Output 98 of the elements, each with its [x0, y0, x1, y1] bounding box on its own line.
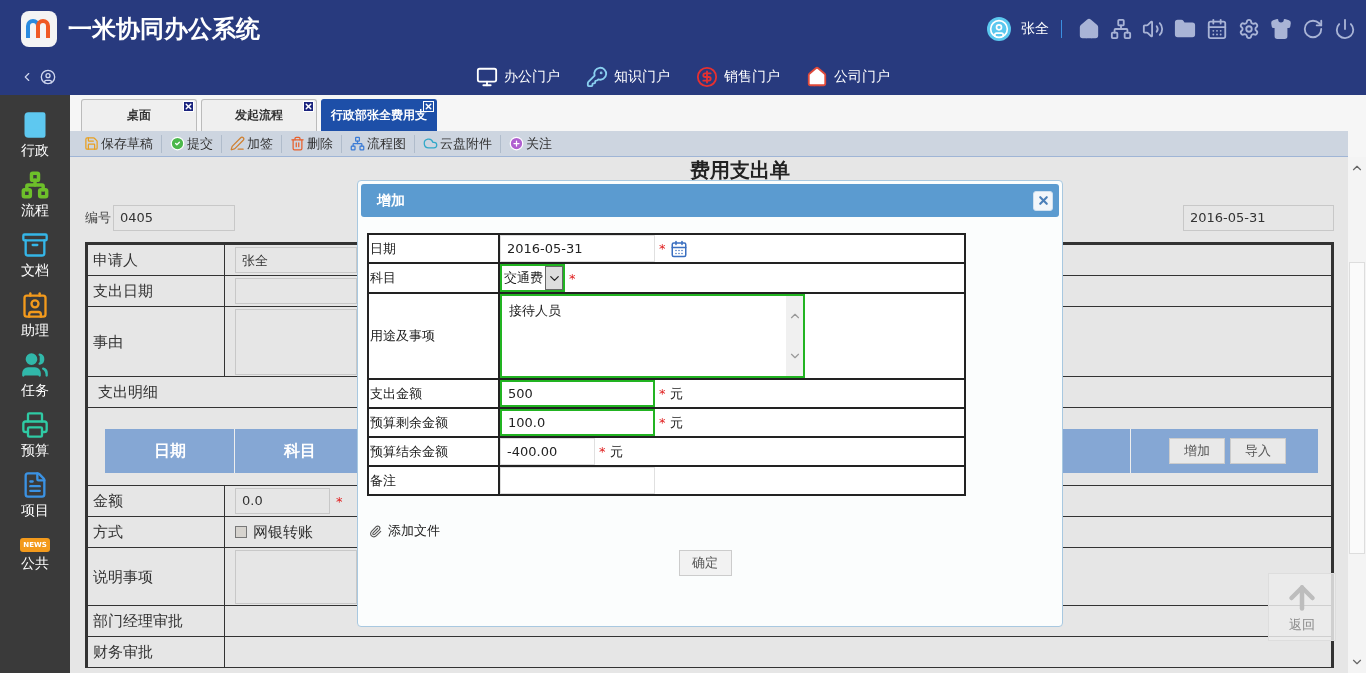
form-label: 说明事项 — [88, 548, 225, 606]
sidebar-item[interactable]: 助理 — [0, 285, 70, 345]
form-label: 事由 — [88, 307, 225, 377]
save-icon — [84, 136, 99, 151]
unit-label: 元 — [609, 442, 623, 461]
paperclip-icon — [369, 524, 382, 538]
hierarchy-icon[interactable] — [1110, 18, 1132, 40]
required-mark: * — [659, 241, 666, 256]
cloud-icon — [423, 136, 438, 151]
input-field[interactable]: 100.0 — [500, 409, 655, 436]
checkbox[interactable] — [235, 526, 247, 538]
calendar-icon[interactable] — [1206, 18, 1228, 40]
form-label: 金额 — [88, 486, 225, 516]
form-label: 方式 — [88, 517, 225, 547]
drawer-icon — [21, 230, 49, 259]
ok-button[interactable]: 确定 — [678, 550, 732, 576]
detail-button[interactable]: 增加 — [1169, 438, 1225, 464]
dialog-title: 增加 — [377, 191, 405, 210]
portal-link[interactable]: 知识门户 — [586, 65, 670, 88]
form-label: 部门经理审批 — [88, 606, 225, 636]
user-name[interactable]: 张全 — [1021, 20, 1062, 38]
form-label: 财务审批 — [88, 637, 225, 667]
column-header: 日期 — [105, 429, 235, 473]
hierarchy-icon — [350, 136, 365, 151]
logo-icon — [20, 10, 58, 48]
contact-card-icon — [21, 290, 49, 319]
date-field[interactable]: 2016-05-31 — [1183, 205, 1334, 231]
sidebar-item[interactable]: 预算 — [0, 405, 70, 465]
form-label: 申请人 — [88, 245, 225, 275]
form-label: 支出日期 — [88, 276, 225, 306]
check-icon — [170, 136, 185, 151]
hierarchy-icon — [21, 170, 49, 199]
close-icon — [1036, 194, 1050, 207]
close-button[interactable] — [1033, 190, 1053, 211]
tab[interactable]: 桌面 — [81, 99, 197, 131]
form-label: 用途及事项 — [369, 294, 500, 378]
dollar-icon — [696, 65, 718, 88]
select-field[interactable]: 交通费 — [500, 264, 565, 292]
toolbar-button[interactable]: 关注 — [507, 134, 560, 153]
key-icon — [586, 65, 608, 88]
required-mark: * — [599, 444, 606, 459]
toolbar-button[interactable]: 删除 — [288, 134, 342, 153]
detail-button[interactable]: 导入 — [1230, 438, 1286, 464]
speaker-icon[interactable] — [1142, 18, 1164, 40]
power-icon[interactable] — [1334, 18, 1356, 40]
shirt-icon[interactable] — [1270, 18, 1292, 40]
option-label: 网银转账 — [253, 522, 313, 542]
required-mark: * — [569, 270, 576, 286]
close-icon[interactable] — [183, 101, 194, 112]
toolbar-button[interactable]: 加签 — [228, 134, 282, 153]
unit-label: 元 — [669, 384, 683, 403]
amount-field[interactable]: 0.0 — [235, 488, 330, 514]
users-icon — [21, 350, 49, 379]
folder-icon[interactable] — [1174, 18, 1196, 40]
settings-icon[interactable] — [1238, 18, 1260, 40]
calendar-icon[interactable] — [669, 239, 688, 258]
home-icon[interactable] — [1078, 18, 1100, 40]
toolbar-button[interactable]: 提交 — [168, 134, 222, 153]
avatar-icon — [987, 17, 1011, 41]
input-field[interactable]: -400.00 — [500, 438, 595, 465]
text-field[interactable]: 张全 — [235, 247, 357, 273]
sidebar-item[interactable]: 任务 — [0, 345, 70, 405]
portal-link[interactable]: 销售门户 — [696, 65, 780, 88]
scrollbar[interactable] — [1348, 157, 1366, 673]
toolbar-button[interactable]: 保存草稿 — [82, 134, 162, 153]
sidebar-item[interactable]: 文档 — [0, 225, 70, 285]
required-mark: * — [659, 386, 666, 401]
form-title: 费用支出单 — [688, 157, 791, 184]
required-mark: * — [659, 415, 666, 430]
back-label: 返回 — [1289, 616, 1315, 634]
input-field[interactable]: 500 — [500, 380, 655, 407]
portal-link[interactable]: 办公门户 — [476, 65, 560, 88]
number-field[interactable]: 0405 — [113, 205, 235, 231]
text-field[interactable] — [235, 278, 357, 304]
attach-link[interactable]: 添加文件 — [369, 522, 1059, 540]
pen-icon — [230, 136, 245, 151]
date-field[interactable]: 2016-05-31 — [500, 235, 655, 262]
sidebar-item[interactable]: 流程 — [0, 165, 70, 225]
close-icon[interactable] — [303, 101, 314, 112]
plus-icon — [509, 136, 524, 151]
printer-icon — [21, 410, 49, 439]
unit-label: 元 — [669, 413, 683, 432]
app-title: 一米协同办公系统 — [68, 14, 260, 45]
house-icon — [806, 65, 828, 88]
sidebar-item[interactable]: 项目 — [0, 465, 70, 525]
toolbar-button[interactable]: 云盘附件 — [421, 134, 501, 153]
toolbar-button[interactable]: 流程图 — [348, 134, 415, 153]
input-field[interactable] — [500, 467, 655, 494]
sidebar-item[interactable]: 行政 — [0, 105, 70, 165]
tab[interactable]: 发起流程 — [201, 99, 317, 131]
form-label: 科目 — [369, 264, 500, 292]
trash-icon — [290, 136, 305, 151]
user-icon[interactable] — [40, 68, 56, 85]
number-label: 编号 — [85, 209, 111, 227]
portal-link[interactable]: 公司门户 — [806, 65, 890, 88]
refresh-icon[interactable] — [1302, 18, 1324, 40]
monitor-icon — [476, 65, 498, 88]
required-mark: * — [336, 493, 343, 509]
